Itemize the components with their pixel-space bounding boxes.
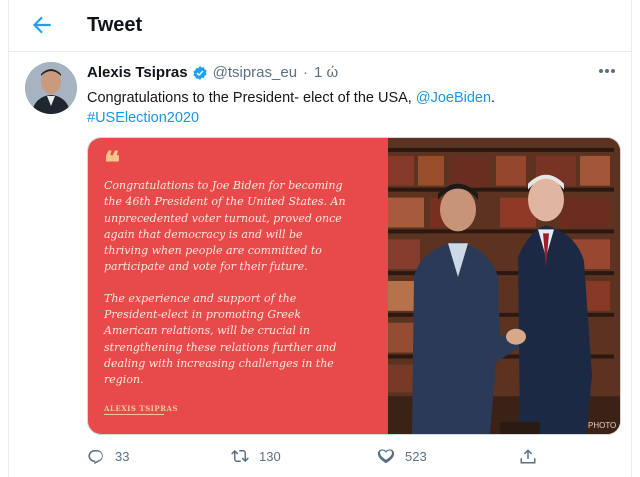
verified-badge-icon	[193, 65, 207, 80]
like-button[interactable]: 523	[377, 447, 427, 465]
tweet-text-suffix: .	[491, 90, 496, 106]
reply-button[interactable]: 33	[87, 447, 129, 465]
separator-dot: ·	[303, 64, 309, 81]
hashtag-link[interactable]: #USElection2020	[87, 110, 199, 126]
action-bar: 33 130 523	[87, 447, 557, 471]
quote-paragraph-1: Congratulations to Joe Biden for becomin…	[104, 179, 346, 274]
reply-icon	[88, 449, 103, 465]
page-title: Tweet	[87, 14, 143, 36]
quote-divider	[104, 414, 164, 415]
quote-signature: ALEXIS TSIPRAS	[104, 404, 178, 413]
retweet-button[interactable]: 130	[231, 447, 281, 465]
retweet-count: 130	[259, 448, 281, 464]
tweet-text: Congratulations to the President- elect …	[87, 88, 607, 128]
share-button[interactable]	[519, 447, 547, 465]
page-header: Tweet	[9, 0, 631, 52]
quote-text: Congratulations to Joe Biden for becomin…	[104, 178, 348, 404]
tweet-text-prefix: Congratulations to the President- elect …	[87, 90, 416, 106]
author-row: Alexis Tsipras @tsipras_eu · 1 ώ	[87, 64, 338, 81]
quote-panel: ❝ Congratulations to Joe Biden for becom…	[88, 138, 388, 434]
author-handle[interactable]: @tsipras_eu	[213, 64, 297, 81]
photo-watermark: PHOTO	[588, 421, 616, 430]
tweet-media[interactable]: PHOTO ❝ Congratulations to Joe Biden for…	[87, 137, 621, 435]
quote-mark-icon: ❝	[104, 146, 121, 181]
mention-link[interactable]: @JoeBiden	[416, 90, 491, 106]
author-name[interactable]: Alexis Tsipras	[87, 64, 188, 81]
share-icon	[520, 449, 536, 464]
tweet-time[interactable]: 1 ώ	[314, 64, 338, 81]
tweet-page: Tweet Alexis Tsipras @tsipras_eu · 1 ώ C…	[8, 0, 632, 477]
retweet-icon	[231, 449, 249, 463]
back-arrow-icon[interactable]	[29, 12, 55, 38]
more-options-icon[interactable]	[597, 66, 617, 76]
quote-paragraph-2: The experience and support of the Presid…	[104, 291, 337, 387]
reply-count: 33	[115, 448, 130, 464]
avatar[interactable]	[25, 62, 77, 114]
heart-icon	[377, 449, 395, 464]
like-count: 523	[405, 448, 427, 464]
